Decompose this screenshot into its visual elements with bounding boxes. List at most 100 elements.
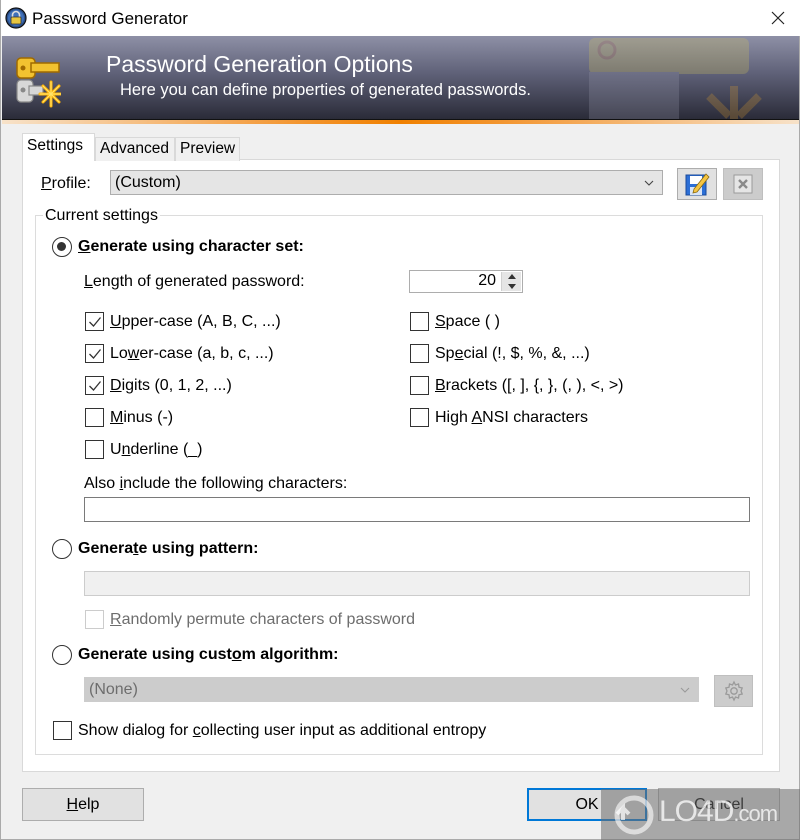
option-label: Brackets ([, ], {, }, (, ), <, >) [435, 377, 624, 395]
help-accesskey: H [66, 795, 79, 813]
option-text-pre: High [435, 409, 472, 426]
also-include-input[interactable] [84, 497, 750, 522]
profile-dropdown[interactable]: (Custom) [110, 170, 663, 195]
pattern-input[interactable] [84, 571, 750, 596]
also-include-text-pre: Also [84, 475, 120, 492]
lo4d-brand: LO4D [659, 795, 734, 828]
decrement-button[interactable] [502, 282, 522, 291]
chevron-down-icon [680, 687, 690, 693]
profile-label-accesskey: P [41, 175, 52, 192]
caret-up-icon [508, 274, 516, 279]
option-accesskey: w [127, 345, 140, 362]
option-text-post: pace ( ) [445, 313, 500, 330]
entropy-label: Show dialog for collecting user input as… [78, 722, 486, 740]
header-banner: Password Generation Options Here you can… [2, 36, 799, 120]
banner-divider [2, 120, 799, 124]
pattern-mode-radio[interactable] [52, 539, 72, 559]
delete-profile-button[interactable] [723, 168, 763, 200]
lock-app-icon [5, 7, 27, 29]
option-text-post: pper-case (A, B, C, ...) [121, 313, 281, 330]
password-length-stepper[interactable]: 20 [409, 270, 523, 293]
save-profile-button[interactable] [677, 168, 717, 200]
profile-selected-value: (Custom) [115, 174, 181, 191]
charset-mode-accesskey: G [78, 238, 91, 255]
password-generator-dialog: Password Generator Password Generation O… [0, 0, 800, 840]
entropy-checkbox[interactable] [53, 721, 72, 740]
option-accesskey: A [471, 409, 483, 426]
option-text-post: igits (0, 1, 2, ...) [121, 377, 232, 394]
save-profile-icon [685, 173, 710, 196]
close-button[interactable] [755, 0, 800, 36]
option-checkbox[interactable] [410, 376, 429, 395]
tab-preview[interactable]: Preview [175, 137, 240, 161]
option-accesskey: D [110, 377, 122, 394]
banner-key-watermark-icon [589, 38, 762, 119]
option-checkbox[interactable] [85, 344, 104, 363]
option-checkbox[interactable] [410, 312, 429, 331]
lo4d-watermark: LO4D.com [601, 789, 800, 840]
option-text-pre: Lo [110, 345, 128, 362]
profile-label-text: rofile: [51, 175, 91, 192]
option-checkbox[interactable] [85, 408, 104, 427]
password-length-value[interactable]: 20 [478, 272, 496, 290]
also-include-label: Also include the following characters: [84, 475, 347, 493]
permute-label: Randomly permute characters of password [110, 611, 415, 629]
option-label: Digits (0, 1, 2, ...) [110, 377, 232, 395]
option-text-post: er-case (a, b, c, ...) [139, 345, 274, 362]
option-checkbox[interactable] [410, 408, 429, 427]
lo4d-logo-icon [614, 795, 654, 835]
pattern-mode-text-pre: Genera [78, 540, 134, 557]
chevron-down-icon [644, 180, 654, 186]
checkmark-icon [89, 349, 102, 359]
tab-advanced[interactable]: Advanced [95, 137, 175, 161]
custom-algorithm-accesskey: o [231, 646, 242, 663]
permute-text: andomly permute characters of password [121, 611, 416, 628]
custom-algorithm-text-pre: Generate using cust [78, 646, 232, 663]
stepper-arrows [501, 272, 521, 291]
lo4d-text: LO4D.com [659, 795, 778, 829]
gear-icon [724, 680, 743, 702]
option-checkbox[interactable] [85, 312, 104, 331]
option-text-post: NSI characters [482, 409, 588, 426]
option-label: Underline (_) [110, 441, 203, 459]
charset-mode-label: Generate using character set: [78, 238, 304, 256]
option-checkbox[interactable] [85, 440, 104, 459]
option-accesskey: B [435, 377, 446, 394]
pattern-mode-text-post: e using pattern: [138, 540, 259, 557]
charset-mode-radio[interactable] [52, 237, 72, 257]
length-accesskey: L [84, 273, 93, 290]
option-label: Upper-case (A, B, C, ...) [110, 313, 281, 331]
profile-label: Profile: [41, 175, 91, 193]
increment-button[interactable] [502, 272, 522, 281]
caret-down-icon [508, 284, 516, 289]
charset-mode-text: enerate using character set: [90, 238, 304, 255]
option-text-pre: Sp [435, 345, 455, 362]
option-text-post: rackets ([, ], {, }, (, ), <, >) [445, 377, 624, 394]
option-accesskey: M [110, 409, 124, 426]
window-title: Password Generator [32, 9, 188, 28]
option-text-post: derline (_) [130, 441, 203, 458]
custom-algorithm-label: Generate using custom algorithm: [78, 646, 339, 664]
option-checkbox[interactable] [85, 376, 104, 395]
custom-algorithm-dropdown[interactable]: (None) [84, 677, 699, 702]
entropy-text-post: ollecting user input as additional entro… [200, 722, 487, 739]
help-button[interactable]: Help [22, 788, 144, 821]
algorithm-settings-button[interactable] [714, 675, 753, 707]
option-checkbox[interactable] [410, 344, 429, 363]
checkmark-icon [89, 381, 102, 391]
custom-algorithm-text-post: m algorithm: [241, 646, 339, 663]
current-settings-title: Current settings [43, 207, 160, 225]
checkmark-icon [89, 317, 102, 327]
close-icon [771, 11, 785, 25]
option-accesskey: S [435, 313, 446, 330]
help-text: elp [78, 795, 100, 813]
permute-checkbox[interactable] [85, 610, 104, 629]
length-label: Length of generated password: [84, 273, 305, 291]
entropy-accesskey: c [192, 722, 201, 739]
option-text-pre: U [110, 441, 122, 458]
option-label: Minus (-) [110, 409, 173, 427]
option-label: Lower-case (a, b, c, ...) [110, 345, 274, 363]
option-label: High ANSI characters [435, 409, 588, 427]
tab-settings[interactable]: Settings [22, 133, 95, 161]
custom-algorithm-radio[interactable] [52, 645, 72, 665]
